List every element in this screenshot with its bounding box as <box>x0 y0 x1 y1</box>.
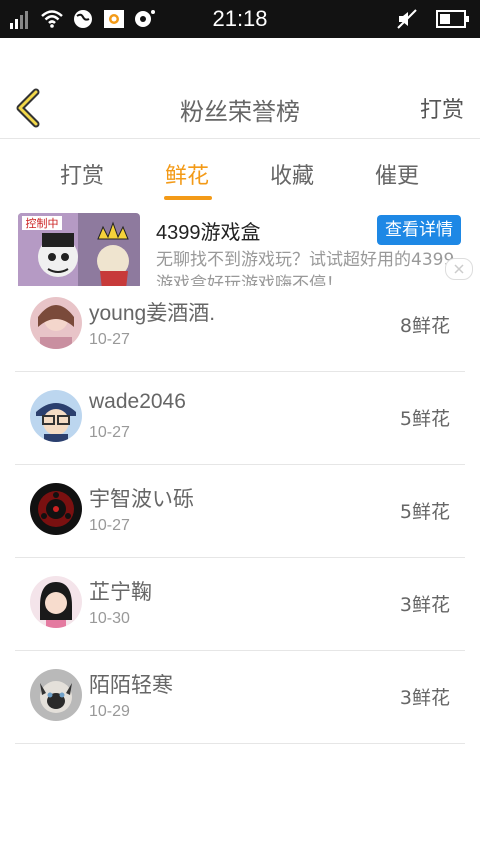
ad-details-button[interactable]: 查看详情 <box>377 215 461 245</box>
ad-thumb-text: 控制中 <box>26 216 59 230</box>
list-item[interactable]: 宇智波い砾 10-27 5鲜花 <box>15 465 465 558</box>
flower-count: 8鲜花 <box>399 315 450 337</box>
fan-date: 10-27 <box>89 424 130 441</box>
ad-banner[interactable]: 控制中 4399游戏盒 查看详情 无聊找不到游戏玩？试试超好用的4399游戏盒好… <box>0 204 480 286</box>
reward-button[interactable]: 打赏 <box>420 92 464 124</box>
fan-name: young姜酒酒. <box>89 302 216 325</box>
fan-name: 芷宁鞠 <box>89 581 152 604</box>
mute-icon <box>396 8 418 30</box>
tab-favorites[interactable]: 收藏 <box>270 158 314 190</box>
list-item[interactable]: wade2046 10-27 5鲜花 <box>15 372 465 465</box>
flower-count: 3鲜花 <box>399 687 450 709</box>
status-bar: 21:18 <box>0 0 480 38</box>
fan-date: 10-27 <box>89 331 130 348</box>
tab-bar: 打赏 鲜花 收藏 催更 <box>0 140 480 205</box>
fan-date: 10-27 <box>89 517 130 534</box>
fan-name: wade2046 <box>89 390 186 413</box>
tab-urge-update[interactable]: 催更 <box>375 158 419 190</box>
fan-name: 宇智波い砾 <box>89 488 194 511</box>
header: 粉丝荣誉榜 打赏 <box>0 78 480 139</box>
flower-count: 5鲜花 <box>399 408 450 430</box>
flower-count: 5鲜花 <box>399 501 450 523</box>
tab-reward[interactable]: 打赏 <box>60 158 104 190</box>
avatar <box>30 390 82 442</box>
fan-date: 10-29 <box>89 703 130 720</box>
avatar <box>30 297 82 349</box>
ad-title: 4399游戏盒 <box>156 222 261 244</box>
active-tab-indicator <box>164 196 212 200</box>
list-item[interactable]: young姜酒酒. 10-27 8鲜花 <box>15 279 465 372</box>
list-item[interactable]: 陌陌轻寒 10-29 3鲜花 <box>15 651 465 744</box>
avatar <box>30 576 82 628</box>
fan-name: 陌陌轻寒 <box>89 674 173 697</box>
flower-count: 3鲜花 <box>399 594 450 616</box>
tab-flowers[interactable]: 鲜花 <box>165 158 209 190</box>
ad-thumbnail: 控制中 <box>18 213 140 286</box>
fan-date: 10-30 <box>89 610 130 627</box>
ad-close-button[interactable] <box>445 258 473 280</box>
page-title: 粉丝荣誉榜 <box>180 98 300 126</box>
avatar <box>30 483 82 535</box>
battery-icon <box>436 8 470 30</box>
fan-list: young姜酒酒. 10-27 8鲜花 wade2046 10-27 5鲜花 宇… <box>15 279 465 744</box>
status-right-icons <box>396 8 470 30</box>
list-item[interactable]: 芷宁鞠 10-30 3鲜花 <box>15 558 465 651</box>
avatar <box>30 669 82 721</box>
